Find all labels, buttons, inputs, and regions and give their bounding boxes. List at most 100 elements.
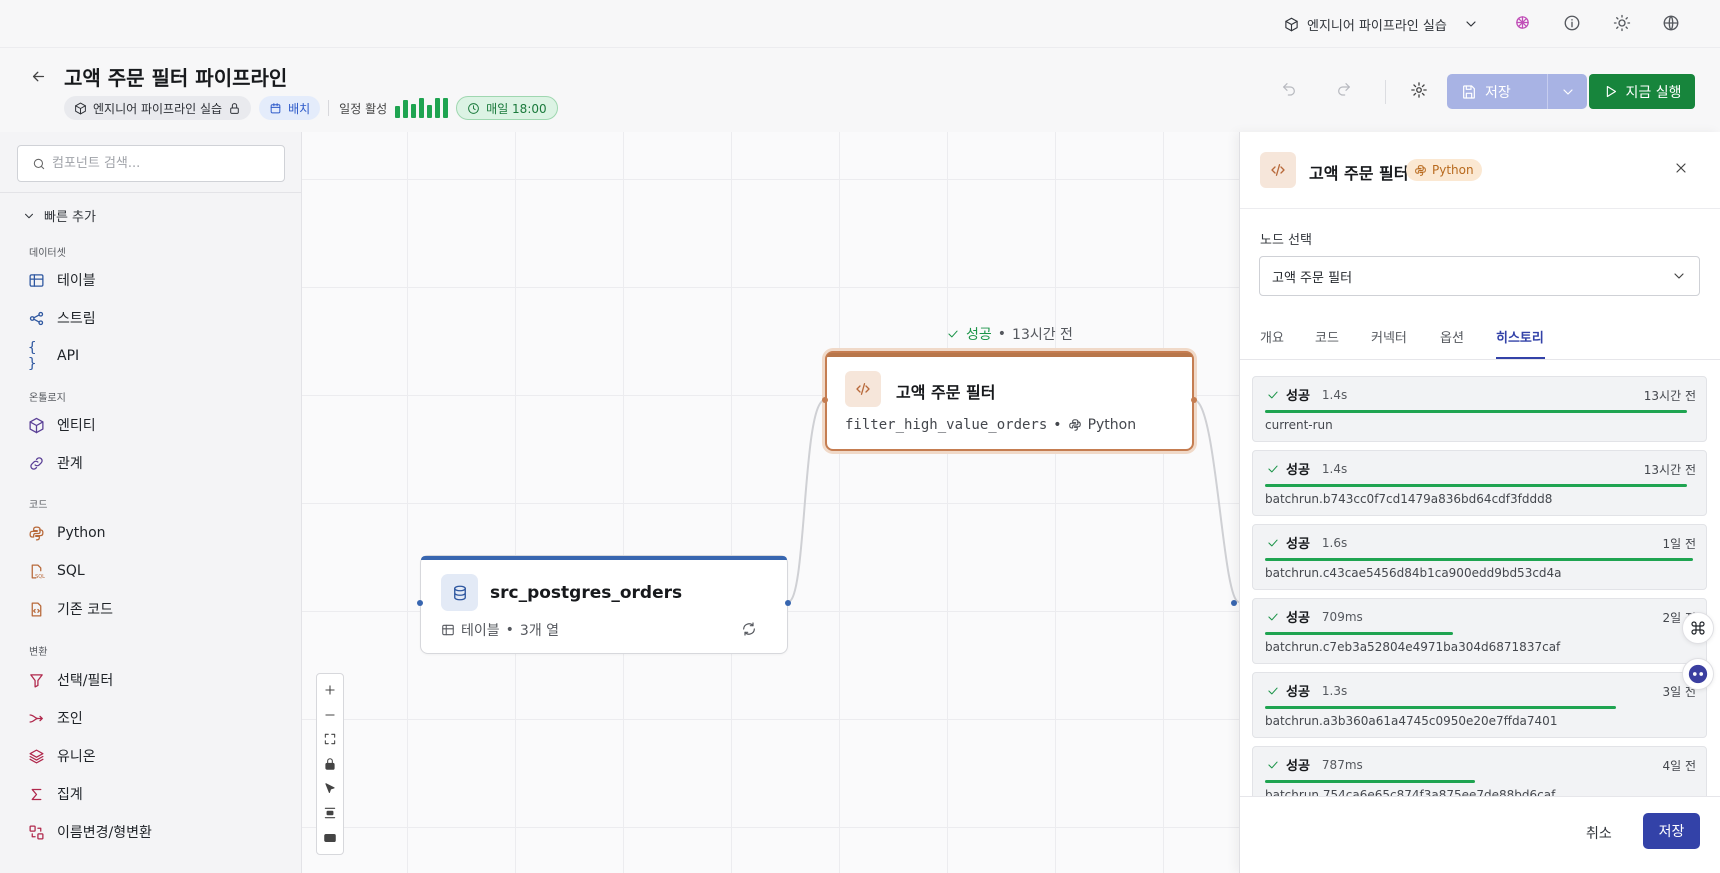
python-icon: [1068, 419, 1081, 431]
node-accent-bar: [421, 556, 787, 560]
chatbot-assistant-button[interactable]: [1682, 658, 1714, 690]
save-options-chevron-icon[interactable]: [1548, 84, 1587, 100]
save-button-main[interactable]: 저장: [1447, 74, 1547, 109]
search-input[interactable]: [52, 156, 272, 171]
cancel-button[interactable]: 취소: [1586, 823, 1612, 843]
component-search[interactable]: [17, 145, 285, 182]
play-icon: [1606, 85, 1616, 98]
history-item[interactable]: 성공 1.6s 1일 전 batchrun.c43cae5456d84b1ca900e…: [1252, 524, 1707, 590]
code-file-icon: [31, 601, 42, 617]
info-icon[interactable]: [1563, 14, 1581, 32]
subtitle-separator: •: [505, 622, 514, 638]
pipeline-canvas[interactable]: 성공 • 13시간 전 고액 주문 필터 filter_high_value_o…: [302, 132, 1239, 873]
history-status-label: 성공: [1286, 463, 1310, 478]
sidebar-item-entity[interactable]: 엔티티: [28, 412, 96, 438]
settings-gear-icon[interactable]: [1410, 81, 1428, 99]
node-select-label: 노드 선택: [1260, 233, 1312, 248]
join-icon: [29, 713, 43, 723]
workspace-switcher[interactable]: 엔지니어 파이프라인 실습: [1284, 12, 1479, 36]
panel-save-button[interactable]: 저장: [1643, 813, 1700, 849]
tab-code[interactable]: 코드: [1315, 327, 1339, 346]
node-output-handle[interactable]: [1191, 397, 1197, 403]
history-progress-bar: [1265, 632, 1453, 635]
shortcut-command-button[interactable]: [1682, 612, 1714, 644]
sparkline-bar: [443, 98, 449, 118]
theme-sun-icon[interactable]: [1613, 14, 1631, 32]
align-icon[interactable]: [323, 806, 337, 820]
refresh-icon[interactable]: [741, 621, 757, 637]
ai-assistant-icon[interactable]: [1514, 14, 1531, 31]
node-input-handle[interactable]: [417, 600, 423, 606]
node-column-count: 3개 열: [519, 623, 560, 639]
chevron-down-icon: [1674, 273, 1684, 279]
tab-options[interactable]: 옵션: [1440, 327, 1464, 346]
sidebar-item-relation[interactable]: 관계: [28, 450, 83, 476]
schedule-status-label: 일정 활성: [339, 101, 388, 116]
tab-history[interactable]: 히스토리: [1496, 327, 1544, 346]
schedule-time-badge[interactable]: 매일 18:00: [456, 96, 558, 120]
node-input-handle[interactable]: [1231, 600, 1237, 606]
sidebar-item-rename-cast[interactable]: 이름변경/형변환: [28, 819, 152, 845]
minimap-icon[interactable]: [323, 831, 337, 845]
node-select-dropdown[interactable]: 고액 주문 필터: [1259, 256, 1700, 296]
back-arrow-icon[interactable]: [30, 68, 47, 85]
database-icon: [441, 574, 478, 611]
undo-icon[interactable]: [1281, 81, 1297, 97]
node-input-handle[interactable]: [822, 397, 828, 403]
history-item[interactable]: 성공 1.3s 3일 전 batchrun.a3b360a61a4745c0950e2…: [1252, 672, 1707, 738]
sidebar-item-join[interactable]: 조인: [28, 705, 83, 731]
zoom-in-icon[interactable]: [323, 683, 337, 697]
history-status-label: 성공: [1286, 537, 1310, 552]
history-time-ago: 13시간 전: [1643, 463, 1696, 477]
sidebar-item-label: 선택/필터: [57, 673, 114, 689]
rename-icon: [29, 824, 44, 840]
zoom-out-icon[interactable]: [323, 708, 337, 722]
history-status: 성공 1.4s: [1266, 385, 1347, 404]
history-item[interactable]: 성공 1.4s 13시간 전 batchrun.b743cc0f7cd1479a836…: [1252, 450, 1707, 516]
quick-add-toggle[interactable]: 빠른 추가: [22, 206, 96, 225]
sidebar-item-base-code[interactable]: 기존 코드: [28, 596, 113, 622]
tab-connector[interactable]: 커넥터: [1371, 327, 1407, 346]
fit-view-icon[interactable]: [323, 732, 337, 746]
history-item[interactable]: 성공 787ms 4일 전 batchrun.754ca6e65c874f3a875e…: [1252, 746, 1707, 796]
sidebar-item-union[interactable]: 유니온: [28, 743, 96, 769]
sidebar-item-api[interactable]: { } API: [28, 340, 79, 372]
command-icon: [1691, 621, 1705, 635]
pointer-icon[interactable]: [323, 782, 337, 796]
language-globe-icon[interactable]: [1662, 14, 1680, 32]
sidebar-item-table[interactable]: 테이블: [28, 267, 96, 293]
sparkline-bar: [427, 105, 433, 118]
node-source-orders[interactable]: src_postgres_orders 테이블 • 3개 열: [420, 555, 788, 654]
sidebar-item-stream[interactable]: 스트림: [28, 305, 96, 331]
sidebar-item-label: 스트림: [57, 311, 96, 327]
sidebar-item-python[interactable]: Python: [28, 520, 106, 546]
sidebar-item-aggregate[interactable]: 집계: [28, 781, 83, 807]
tab-overview[interactable]: 개요: [1260, 327, 1284, 346]
component-sidebar: 빠른 추가 데이터셋 테이블 스트림 { } API 온톨로지 엔티티 관계 코…: [0, 132, 302, 873]
sidebar-item-select-filter[interactable]: 선택/필터: [28, 667, 113, 693]
history-progress-bar: [1265, 484, 1687, 487]
link-icon: [30, 456, 43, 470]
history-run-id: batchrun.754ca6e65c874f3a875ee7de88bd6ca…: [1265, 788, 1556, 796]
sidebar-item-label: 유니온: [57, 749, 96, 765]
language-badge-label: Python: [1432, 163, 1474, 177]
run-now-button[interactable]: 지금 실행: [1589, 74, 1695, 109]
history-status: 성공 709ms: [1266, 607, 1363, 626]
node-subtitle: filter_high_value_orders • Python: [845, 417, 1136, 433]
node-high-value-filter[interactable]: 고액 주문 필터 filter_high_value_orders • Pyth…: [825, 351, 1194, 451]
sidebar-item-sql[interactable]: SQL SQL: [28, 558, 85, 584]
save-button[interactable]: 저장: [1447, 74, 1587, 109]
lock-icon[interactable]: [323, 757, 337, 771]
redo-icon[interactable]: [1336, 81, 1352, 97]
sidebar-item-label: 이름변경/형변환: [57, 825, 152, 841]
panel-title: 고액 주문 필터: [1309, 164, 1409, 183]
node-output-handle[interactable]: [785, 600, 791, 606]
history-item[interactable]: 성공 1.4s 13시간 전 current-run: [1252, 376, 1707, 442]
history-duration: 1.3s: [1321, 683, 1348, 698]
history-item[interactable]: 성공 709ms 2일 전 batchrun.c7eb3a52804e4971ba30…: [1252, 598, 1707, 664]
node-kind: 테이블: [461, 623, 500, 639]
close-icon[interactable]: [1673, 160, 1689, 176]
schedule-time-label: 매일 18:00: [486, 101, 547, 116]
pipeline-tags: 엔지니어 파이프라인 실습 배치 일정 활성 매일 18:00: [64, 96, 558, 120]
check-icon: [1268, 613, 1278, 620]
